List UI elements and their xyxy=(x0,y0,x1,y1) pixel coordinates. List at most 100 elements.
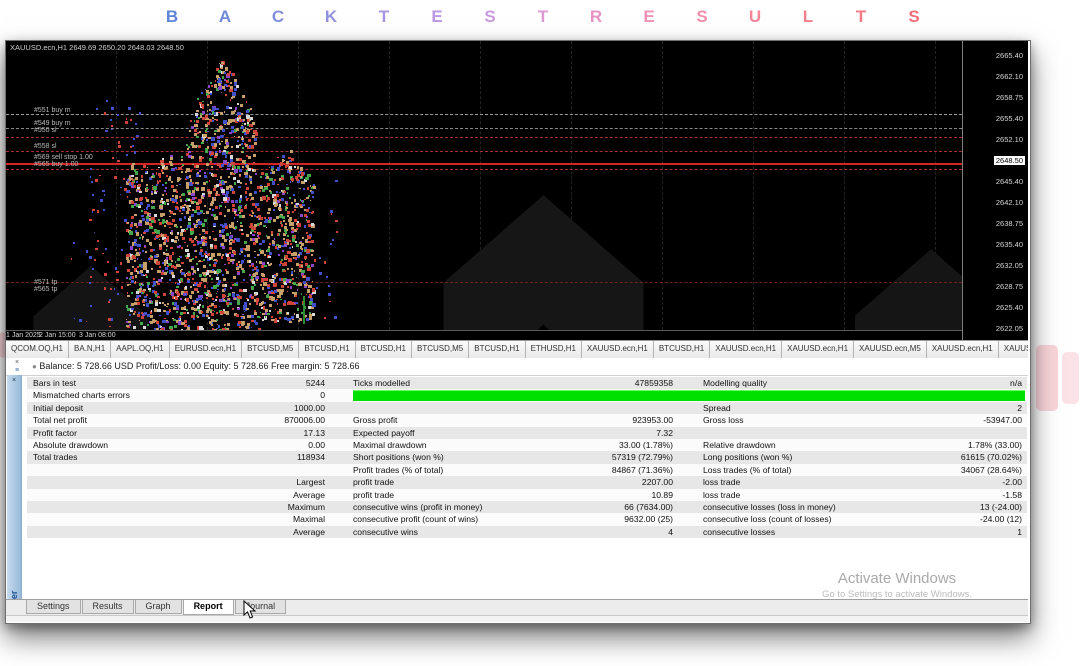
trade-marker xyxy=(181,159,183,161)
trade-marker xyxy=(278,229,281,232)
trade-marker xyxy=(207,122,210,125)
close-icon[interactable]: × xyxy=(10,377,18,385)
report-value: Largest xyxy=(177,477,325,487)
chart-tab[interactable]: BTCUSD,H1 xyxy=(299,341,355,358)
trade-marker xyxy=(255,173,258,176)
trade-marker xyxy=(214,84,217,87)
trade-marker xyxy=(140,322,143,325)
trade-marker xyxy=(276,299,278,301)
trade-marker xyxy=(192,231,194,233)
trade-marker xyxy=(330,243,332,245)
mouse-cursor xyxy=(243,600,257,625)
trade-marker xyxy=(311,191,314,194)
trade-marker xyxy=(141,179,144,182)
trade-marker xyxy=(169,309,172,312)
trade-marker xyxy=(117,114,120,117)
chart-tab[interactable]: EURUSD.ecn,H1 xyxy=(170,341,242,358)
chart-tab[interactable]: BTCUSD,H1 xyxy=(654,341,710,358)
trade-marker xyxy=(241,317,244,320)
report-label: Expected payoff xyxy=(353,428,414,438)
trade-marker xyxy=(258,232,261,235)
trade-marker xyxy=(131,186,134,189)
chart-tab[interactable]: BTCUSD,M5 xyxy=(242,341,299,358)
chart-tab[interactable]: AAPL.OQ,H1 xyxy=(111,341,170,358)
list-icon[interactable]: ≡ xyxy=(13,367,21,375)
trade-marker xyxy=(233,276,236,279)
trade-marker xyxy=(105,130,108,133)
trade-marker xyxy=(210,161,212,163)
trade-marker xyxy=(131,175,134,178)
tab-settings[interactable]: Settings xyxy=(26,600,81,614)
tab-report[interactable]: Report xyxy=(183,600,234,615)
tab-results[interactable]: Results xyxy=(82,600,134,614)
trade-marker xyxy=(243,119,245,121)
trade-marker xyxy=(185,286,188,289)
chart-tab[interactable]: XAUUSD.ecn,H1 xyxy=(710,341,782,358)
trade-marker xyxy=(217,194,220,197)
trade-marker xyxy=(116,203,118,205)
report-row: Averageprofit trade10.89loss trade-1.58 xyxy=(27,489,1027,501)
chart-tab[interactable]: BTCUSD,M5 xyxy=(412,341,469,358)
trade-marker xyxy=(228,298,230,300)
chart-tab[interactable]: ETHUSD,H1 xyxy=(526,341,582,358)
trade-marker xyxy=(215,299,217,301)
trade-order-label: #551 buy m xyxy=(34,107,71,114)
trade-marker xyxy=(150,311,153,314)
trade-marker xyxy=(180,298,182,300)
trade-marker xyxy=(94,232,96,234)
trade-marker xyxy=(324,317,326,319)
trade-marker xyxy=(290,150,294,154)
trade-marker xyxy=(127,260,130,263)
trade-marker xyxy=(289,321,292,324)
trade-marker xyxy=(306,197,309,200)
chart-tab[interactable]: XAUUSD.ecn,H1 xyxy=(999,341,1028,358)
trade-marker xyxy=(291,316,294,319)
chart-tab[interactable]: BTCUSD,H1 xyxy=(356,341,412,358)
chart-plot-area[interactable]: #551 buy m#549 buy m#550 sl#558 sl#569 s… xyxy=(6,41,962,330)
trade-marker xyxy=(241,125,243,127)
trade-marker xyxy=(176,185,178,187)
trade-marker xyxy=(208,137,210,139)
trade-marker xyxy=(239,116,242,119)
trade-order-label: #550 sl xyxy=(34,127,57,134)
trade-marker xyxy=(124,219,127,222)
chart-tab[interactable]: XAUUSD.ecn,H1 xyxy=(582,341,654,358)
report-label: Total trades xyxy=(33,452,77,462)
trade-marker xyxy=(237,221,239,223)
trade-marker xyxy=(179,184,181,186)
trade-marker xyxy=(253,154,256,157)
report-label: Gross profit xyxy=(353,415,397,425)
trade-marker xyxy=(118,145,121,148)
trade-marker xyxy=(197,268,200,271)
chart-tab[interactable]: QCOM.OQ,H1 xyxy=(6,341,69,358)
chart-panel: #551 buy m#549 buy m#550 sl#558 sl#569 s… xyxy=(6,41,1028,340)
trade-marker xyxy=(244,311,246,313)
trade-marker xyxy=(202,111,205,114)
trade-marker xyxy=(157,283,160,286)
chart-tab[interactable]: XAUUSD.ecn,H1 xyxy=(782,341,854,358)
chart-tab[interactable]: BA.N,H1 xyxy=(69,341,111,358)
close-icon[interactable]: × xyxy=(13,359,21,367)
trade-marker xyxy=(128,241,130,243)
tab-graph[interactable]: Graph xyxy=(135,600,182,614)
trade-marker xyxy=(297,308,300,311)
chart-tab[interactable]: BTCUSD,H1 xyxy=(469,341,525,358)
trade-marker xyxy=(246,165,248,167)
trade-marker xyxy=(213,264,216,267)
trade-marker xyxy=(295,241,297,243)
trade-marker xyxy=(255,322,258,325)
trade-marker xyxy=(217,291,219,293)
trade-marker xyxy=(271,319,273,321)
trade-marker xyxy=(299,188,301,190)
trade-marker xyxy=(190,297,192,299)
trade-marker xyxy=(133,184,135,186)
trade-marker xyxy=(180,256,182,258)
trade-marker xyxy=(224,111,226,113)
watermark-fragment xyxy=(1062,352,1079,404)
trade-marker xyxy=(268,248,270,250)
chart-tab[interactable]: XAUUSD.ecn,H1 xyxy=(927,341,999,358)
trade-marker xyxy=(162,172,164,174)
chart-tab[interactable]: XAUUSD.ecn,M5 xyxy=(854,341,927,358)
trade-marker xyxy=(169,256,172,259)
trade-marker xyxy=(284,317,287,320)
